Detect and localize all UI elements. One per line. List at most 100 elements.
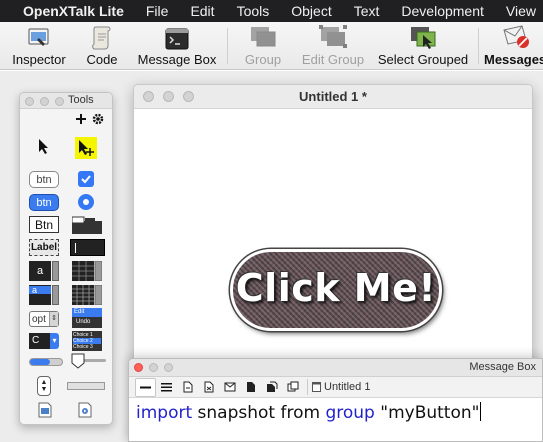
back-scripts-icon[interactable] — [261, 378, 282, 397]
message-box-title: Message Box — [469, 361, 536, 373]
inspector-button[interactable]: Inspector — [8, 22, 70, 70]
palette-titlebar[interactable]: Tools — [20, 93, 112, 109]
pulldown-menu-title: Edit — [72, 308, 102, 317]
tools-palette: Tools btn btn Btn Label a a opt ⇕ Edit U… — [19, 92, 113, 425]
progress-bar-tool[interactable] — [29, 358, 63, 366]
text-caret — [480, 402, 482, 421]
menu-app-name[interactable]: OpenXTalk Lite — [23, 3, 124, 19]
menu-development[interactable]: Development — [401, 3, 484, 19]
group-label: Group — [244, 52, 282, 67]
message-box-button[interactable]: Message Box — [134, 22, 220, 70]
stack-window-title: Untitled 1 * — [299, 89, 367, 104]
chevron-up-icon: ▲ — [40, 379, 48, 386]
keyword-group: group — [325, 403, 375, 423]
label-field-tool-label: Label — [30, 242, 58, 253]
gear-icon[interactable] — [92, 113, 104, 128]
chevron-down-icon: ▾ — [50, 333, 59, 349]
pending-messages-icon[interactable] — [219, 378, 240, 397]
player-tool-icon[interactable] — [78, 402, 92, 418]
message-watcher-icon[interactable] — [282, 378, 303, 397]
front-scripts-icon[interactable] — [240, 378, 261, 397]
edit-group-button[interactable]: Edit Group — [298, 22, 368, 70]
messages-button[interactable]: Messages — [484, 22, 543, 70]
select-grouped-button[interactable]: Select Grouped — [374, 22, 472, 70]
inspector-icon — [28, 28, 49, 46]
scrolling-field-tool-label: a — [29, 261, 51, 281]
stack-tab[interactable]: Untitled 1 — [312, 381, 370, 393]
menu-object[interactable]: Object — [291, 3, 331, 19]
rectangle-button-tool[interactable]: Btn — [29, 216, 59, 233]
select-grouped-icon — [411, 27, 436, 49]
command-text: snapshot from — [197, 403, 321, 423]
pointer-tool-icon[interactable] — [75, 137, 97, 159]
document-icon — [312, 382, 321, 392]
table-field-tool-icon[interactable] — [72, 261, 102, 281]
palette-window-controls — [25, 97, 64, 106]
option-menu-tool[interactable]: opt ⇕ — [29, 311, 59, 327]
menu-edit[interactable]: Edit — [190, 3, 214, 19]
global-variables-icon[interactable] — [198, 378, 219, 397]
menu-view[interactable]: View — [506, 3, 536, 19]
popup-menu-tool[interactable]: Choice 1 Choice 2 Choice 3 — [72, 331, 102, 351]
minimize-button[interactable] — [149, 363, 158, 372]
menu-file[interactable]: File — [146, 3, 169, 19]
code-button[interactable]: Code — [80, 22, 124, 70]
rectangle-button-tool-label: Btn — [34, 217, 53, 232]
list-field-tool[interactable]: a — [29, 285, 59, 305]
zoom-button[interactable] — [55, 97, 64, 106]
list-field-tool-label: a — [29, 286, 51, 295]
stack-tab-label: Untitled 1 — [324, 381, 371, 393]
minimize-button[interactable] — [40, 97, 49, 106]
data-grid-tool-icon[interactable] — [72, 285, 102, 305]
default-button-tool[interactable]: btn — [29, 194, 59, 211]
menu-tools[interactable]: Tools — [237, 3, 270, 19]
select-grouped-label: Select Grouped — [377, 52, 469, 67]
scrolling-field-tool[interactable]: a — [29, 261, 59, 281]
message-box-window: Message Box Untitled 1 import snapshot f… — [128, 358, 543, 442]
button-tool[interactable]: btn — [29, 171, 59, 188]
global-properties-icon[interactable] — [177, 378, 198, 397]
close-button[interactable] — [134, 363, 143, 372]
option-menu-tool-label: opt — [32, 313, 46, 325]
radio-tool-icon[interactable] — [78, 194, 94, 210]
chevron-down-icon: ▼ — [40, 386, 48, 393]
click-me-button-label: Click Me! — [235, 266, 437, 310]
pulldown-menu-tool[interactable]: Edit Undo — [72, 307, 102, 329]
default-button-tool-label: btn — [36, 196, 52, 209]
inspector-label: Inspector — [12, 52, 66, 67]
keyword-import: import — [136, 403, 193, 423]
slider-tool-icon[interactable] — [70, 353, 106, 369]
scrollbar-tool-icon[interactable] — [67, 382, 105, 390]
menu-text[interactable]: Text — [354, 3, 380, 19]
image-tool-icon[interactable] — [38, 402, 52, 418]
message-input-field[interactable]: import snapshot from group "myButton" — [136, 402, 482, 423]
message-box-titlebar[interactable]: Message Box — [129, 359, 542, 377]
menu-bar: OpenXTalk Lite File Edit Tools Object Te… — [0, 0, 543, 22]
group-button[interactable]: Group — [238, 22, 288, 70]
palette-title: Tools — [68, 94, 94, 106]
checkbox-tool-icon[interactable] — [78, 171, 94, 187]
zoom-button[interactable] — [164, 363, 173, 372]
browse-tool-icon[interactable] — [36, 137, 52, 155]
pulldown-menu-item: Undo — [72, 317, 102, 328]
little-arrows-tool[interactable]: ▲ ▼ — [37, 376, 51, 396]
chevron-updown-icon: ⇕ — [49, 312, 58, 326]
command-argument: "myButton" — [380, 403, 480, 423]
combo-box-tool-label: C — [29, 333, 50, 349]
message-box-label: Message Box — [137, 52, 217, 67]
message-box-controls — [134, 363, 173, 372]
button-tool-label: btn — [36, 173, 52, 186]
edit-group-label: Edit Group — [301, 52, 365, 67]
add-icon[interactable] — [75, 113, 87, 128]
label-field-tool[interactable]: Label — [29, 239, 59, 256]
close-button[interactable] — [25, 97, 34, 106]
click-me-button[interactable]: Click Me! — [230, 249, 442, 331]
stack-window-titlebar[interactable]: Untitled 1 * — [134, 85, 532, 109]
single-line-mode-icon[interactable] — [135, 377, 156, 397]
tab-panel-tool-icon[interactable] — [72, 216, 102, 234]
multi-line-mode-icon[interactable] — [156, 378, 177, 397]
combo-box-tool[interactable]: C ▾ — [29, 333, 59, 349]
text-entry-field-tool-icon[interactable] — [70, 239, 105, 256]
edit-group-icon — [319, 25, 347, 48]
messages-blocked-icon — [503, 25, 529, 48]
